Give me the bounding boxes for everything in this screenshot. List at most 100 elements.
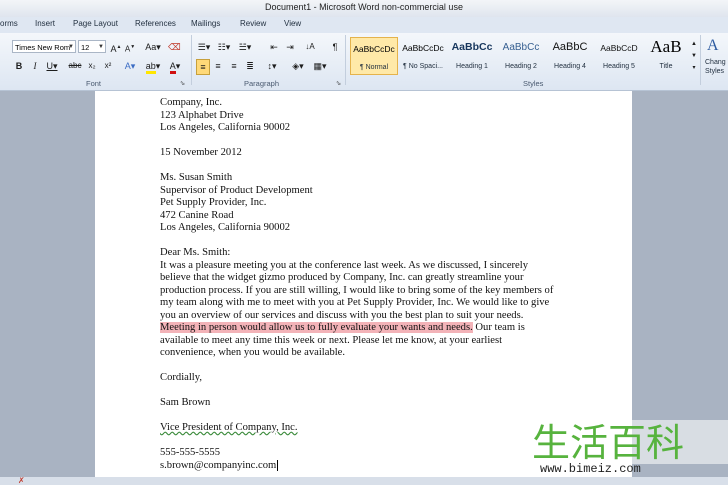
style-name: Heading 2 — [505, 63, 537, 70]
divider — [700, 35, 701, 85]
shading-icon[interactable]: ◈▾ — [290, 59, 306, 73]
selected-highlight-text[interactable]: Meeting in person would allow us to full… — [160, 322, 473, 333]
style-name: Heading 1 — [456, 63, 488, 70]
borders-icon[interactable]: ▦▾ — [312, 59, 328, 73]
email-line: s.brown@companyinc.com — [160, 459, 540, 473]
multilevel-list-icon[interactable]: ☱▾ — [236, 40, 254, 54]
watermark: 生活百科 www.bimeiz.com — [528, 420, 728, 485]
style-heading-5[interactable]: AaBbCcD Heading 5 — [595, 37, 643, 75]
show-formatting-icon[interactable]: ¶ — [330, 40, 340, 54]
chevron-down-icon[interactable]: ▼ — [98, 41, 104, 52]
font-size-combo[interactable]: 12 ▼ — [78, 40, 106, 53]
tab-insert[interactable]: Insert — [35, 19, 55, 28]
text-line: Los Angeles, California 90002 — [160, 222, 291, 233]
font-group-label: Font — [86, 79, 102, 88]
date-line: 15 November 2012 — [160, 147, 242, 158]
style-heading-1[interactable]: AaBbCc Heading 1 — [448, 37, 496, 75]
style-name: ¶ Normal — [359, 64, 389, 71]
style-title[interactable]: AaB Title — [644, 37, 688, 75]
align-center-button[interactable]: ≡ — [212, 59, 224, 73]
text-line: Los Angeles, California 90002 — [160, 122, 291, 133]
clear-formatting-icon[interactable]: ⌫ — [168, 40, 181, 54]
style-no-spacing[interactable]: AaBbCcDc ¶ No Spaci... — [399, 37, 447, 75]
style-sample: AaBbCcDc — [353, 44, 395, 54]
style-name: ¶ No Spaci... — [403, 63, 443, 70]
tab-review[interactable]: Review — [240, 19, 266, 28]
line-spacing-icon[interactable]: ↕▾ — [264, 59, 280, 73]
title-bar: Document1 - Microsoft Word non-commercia… — [0, 0, 728, 17]
text-line: Ms. Susan Smith — [160, 172, 233, 183]
body-line: Meeting in person would allow us to full… — [160, 322, 540, 335]
increase-indent-icon[interactable]: ⇥ — [284, 40, 296, 54]
text-line: Supervisor of Product Development — [160, 184, 313, 196]
text-cursor — [277, 459, 279, 471]
watermark-logo: 生活百科 — [528, 420, 728, 464]
font-color-icon[interactable]: A▾ — [166, 59, 184, 74]
body-line: available to meet any time this week or … — [160, 334, 503, 346]
grow-font-icon[interactable]: A▲ — [110, 40, 122, 54]
numbering-icon[interactable]: ☷▾ — [216, 40, 232, 54]
dialog-launcher-icon[interactable]: ⬂ — [336, 77, 341, 91]
bold-button[interactable]: B — [14, 59, 24, 73]
body-line: production process. If you are still wil… — [160, 284, 554, 296]
tab-mailings[interactable]: Mailings — [191, 19, 220, 28]
dialog-launcher-icon[interactable]: ⬂ — [180, 77, 185, 91]
tab-home[interactable]: orms — [0, 19, 18, 28]
change-styles-button[interactable]: A Chang Styles — [703, 35, 728, 81]
body-line: my team along with me to meet with you a… — [160, 297, 550, 308]
tab-page-layout[interactable]: Page Layout — [73, 19, 118, 28]
proofing-error-icon[interactable]: ✗ — [18, 476, 25, 485]
style-normal[interactable]: AaBbCcDc ¶ Normal — [350, 37, 398, 75]
style-sample: AaBbC — [552, 41, 588, 53]
change-styles-icon: A — [707, 37, 719, 54]
styles-group-label: Styles — [523, 79, 544, 88]
strikethrough-button[interactable]: abc — [68, 59, 82, 73]
tab-view[interactable]: View — [284, 19, 301, 28]
style-name: Heading 4 — [554, 63, 586, 70]
underline-button[interactable]: U▾ — [46, 59, 58, 73]
font-size-value: 12 — [81, 43, 90, 52]
change-case-icon[interactable]: Aa▾ — [145, 40, 161, 54]
style-sample: AaBbCcD — [600, 43, 638, 53]
paragraph-group-label: Paragraph — [244, 79, 280, 88]
watermark-cjk: 生活百科 — [532, 421, 684, 464]
body-line: It was a pleasure meeting you at the con… — [160, 259, 528, 271]
divider — [345, 35, 346, 85]
more-styles-icon[interactable]: ▾ — [690, 61, 698, 75]
ribbon: Times New Rom ▼ 12 ▼ A▲ A▼ Aa▾ ⌫ B I U▾ ab… — [0, 33, 728, 91]
divider — [191, 35, 192, 85]
text-line: Pet Supply Provider, Inc. — [160, 197, 267, 208]
style-name: Title — [659, 63, 673, 70]
subscript-button[interactable]: x₂ — [86, 59, 98, 73]
justify-button[interactable]: ≣ — [244, 59, 256, 73]
align-right-button[interactable]: ≡ — [228, 59, 240, 73]
style-sample: AaBbCc — [451, 41, 493, 53]
decrease-indent-icon[interactable]: ⇤ — [268, 40, 280, 54]
superscript-button[interactable]: x² — [102, 59, 114, 73]
bullets-icon[interactable]: ☰▾ — [196, 40, 212, 54]
align-left-button[interactable]: ≡ — [196, 59, 210, 75]
chevron-down-icon[interactable]: ▼ — [68, 41, 74, 52]
tab-references[interactable]: References — [135, 19, 176, 28]
style-heading-4[interactable]: AaBbC Heading 4 — [546, 37, 594, 75]
body-line: you an overview of our services and disc… — [160, 309, 524, 321]
text-effects-icon[interactable]: A▾ — [122, 59, 138, 73]
style-name: Heading 5 — [603, 63, 635, 70]
change-styles-label: Chang — [705, 59, 726, 66]
style-sample: AaB — [650, 37, 682, 56]
style-heading-2[interactable]: AaBbCc Heading 2 — [497, 37, 545, 75]
document-text[interactable]: Company, Inc. 123 Alphabet Drive Los Ang… — [160, 97, 554, 473]
sort-icon[interactable]: ↓A — [304, 40, 316, 54]
salutation: Dear Ms. Smith: — [160, 247, 231, 258]
italic-button[interactable]: I — [30, 59, 40, 73]
text-line: 123 Alphabet Drive — [160, 109, 244, 121]
font-name-combo[interactable]: Times New Rom ▼ — [12, 40, 76, 53]
watermark-url: www.bimeiz.com — [540, 462, 641, 476]
highlight-icon[interactable]: ab▾ — [144, 59, 162, 74]
shrink-font-icon[interactable]: A▼ — [124, 40, 136, 54]
phone-line: 555-555-5555 — [160, 447, 221, 458]
